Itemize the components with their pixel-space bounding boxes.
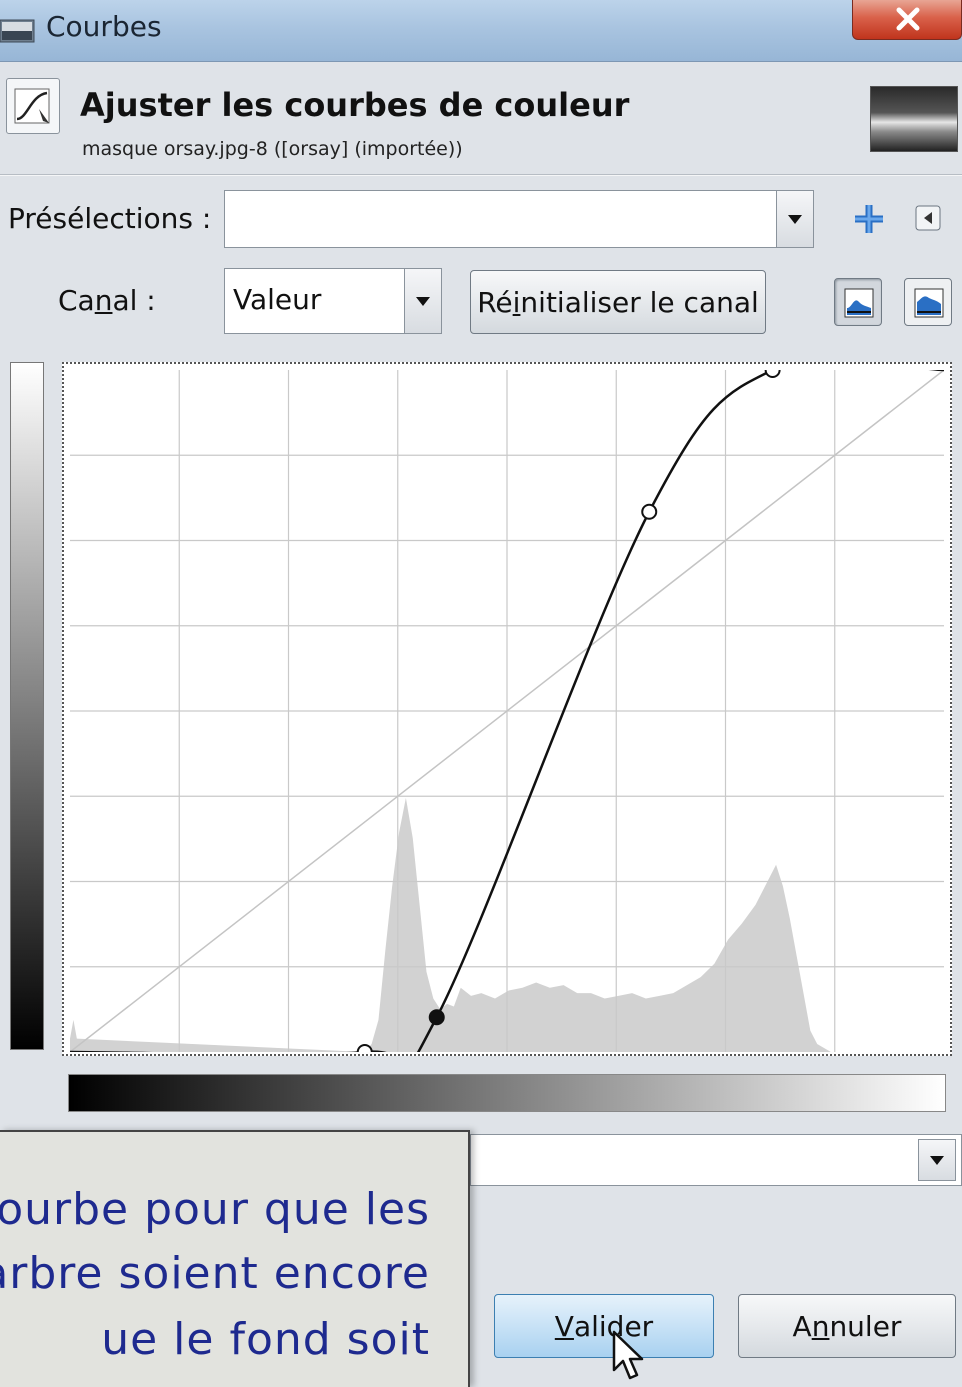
close-button[interactable]: [852, 0, 962, 40]
channel-label-part: Ca: [58, 284, 95, 317]
linear-histogram-icon: [844, 288, 874, 318]
curve-chart[interactable]: [70, 370, 944, 1052]
ok-mnemonic: V: [554, 1309, 574, 1343]
curve-point[interactable]: [356, 1044, 373, 1052]
presets-dropdown-button[interactable]: [776, 190, 814, 248]
channel-combo[interactable]: Valeur: [224, 268, 408, 334]
curve-type-dropdown-button[interactable]: [918, 1139, 956, 1181]
window-title: Courbes: [46, 10, 162, 43]
reset-channel-button[interactable]: Ré i nitialiser le canal: [470, 270, 766, 334]
log-histogram-button[interactable]: [904, 278, 952, 326]
presets-combo[interactable]: [224, 190, 778, 248]
ok-button[interactable]: Valider: [494, 1294, 714, 1358]
dialog-subheading: masque orsay.jpg-8 ([orsay] (importée)): [82, 138, 463, 160]
window-titlebar: Courbes: [0, 0, 962, 62]
caption-line-2: arbre soient encore: [0, 1248, 430, 1299]
reset-channel-label-part: nitialiser le canal: [520, 285, 759, 319]
curves-window-icon: [0, 18, 36, 44]
channel-label-part: al :: [112, 284, 156, 317]
caption-line-1: ourbe pour que les: [0, 1184, 430, 1235]
dialog-heading: Ajuster les courbes de couleur: [80, 86, 630, 124]
cancel-label-part: A: [792, 1309, 812, 1343]
reset-channel-mnemonic: i: [512, 285, 521, 319]
cancel-label-part: nuler: [829, 1309, 902, 1343]
cancel-mnemonic: n: [811, 1309, 830, 1343]
linear-histogram-button[interactable]: [834, 278, 882, 326]
input-gradient-bar: [68, 1074, 946, 1112]
cancel-button[interactable]: An nuler: [738, 1294, 956, 1358]
curves-tool-icon: [6, 78, 60, 134]
output-gradient-bar: [10, 362, 44, 1050]
curves-dialog: Ajuster les courbes de couleur masque or…: [0, 62, 962, 1387]
header-separator: [0, 174, 962, 176]
curve-type-combo[interactable]: [470, 1134, 962, 1186]
presets-label: Présélections :: [8, 202, 212, 235]
logarithmic-histogram-icon: [914, 288, 944, 318]
plus-icon[interactable]: [852, 202, 886, 240]
mouse-cursor-icon: [612, 1330, 644, 1386]
curve-point[interactable]: [641, 503, 658, 520]
channel-label: Canal :: [58, 284, 156, 317]
menu-arrow-icon[interactable]: [914, 204, 942, 236]
curve-point[interactable]: [764, 370, 781, 378]
channel-label-mnemonic: n: [94, 284, 113, 317]
curve-graph-area[interactable]: [62, 362, 952, 1056]
tutorial-caption: ourbe pour que les arbre soient encore u…: [0, 1130, 470, 1387]
curve-point-selected[interactable]: [428, 1009, 445, 1026]
reset-channel-label-part: Ré: [477, 285, 513, 319]
caption-line-3: ue le fond soit: [101, 1314, 430, 1365]
image-thumbnail: [870, 86, 958, 152]
channel-dropdown-button[interactable]: [404, 268, 442, 334]
close-icon: [896, 7, 920, 31]
